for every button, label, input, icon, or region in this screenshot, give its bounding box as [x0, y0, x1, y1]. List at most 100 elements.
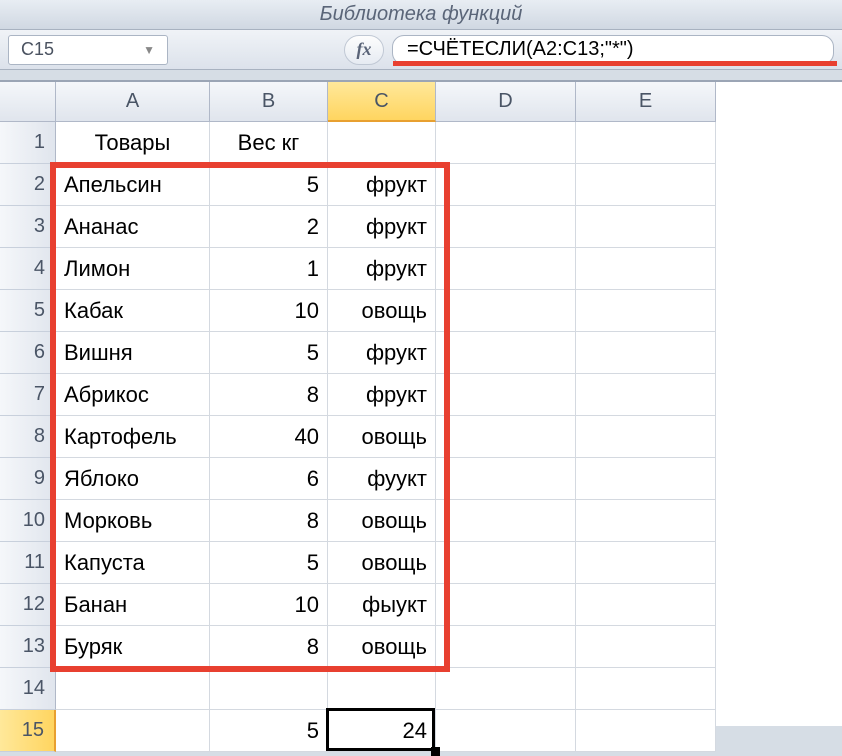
cell-a8[interactable]: Картофель	[56, 416, 210, 458]
cell-a12[interactable]: Банан	[56, 584, 210, 626]
cell-d5[interactable]	[436, 290, 576, 332]
cell-c11[interactable]: овощь	[328, 542, 436, 584]
cell-a13[interactable]: Буряк	[56, 626, 210, 668]
row-header-5[interactable]: 5	[0, 290, 56, 332]
cell-a14[interactable]	[56, 668, 210, 710]
cell-d15[interactable]	[436, 710, 576, 752]
cell-c7[interactable]: фрукт	[328, 374, 436, 416]
cell-c15[interactable]: 24	[328, 710, 436, 752]
cell-e2[interactable]	[576, 164, 716, 206]
row-header-7[interactable]: 7	[0, 374, 56, 416]
select-all-corner[interactable]	[0, 82, 56, 122]
cell-c14[interactable]	[328, 668, 436, 710]
cell-c9[interactable]: фуукт	[328, 458, 436, 500]
cell-d2[interactable]	[436, 164, 576, 206]
cell-b2[interactable]: 5	[210, 164, 328, 206]
cell-b3[interactable]: 2	[210, 206, 328, 248]
cell-d12[interactable]	[436, 584, 576, 626]
cell-e13[interactable]	[576, 626, 716, 668]
cell-c5[interactable]: овощь	[328, 290, 436, 332]
cell-e15[interactable]	[576, 710, 716, 752]
row-header-14[interactable]: 14	[0, 668, 56, 710]
cell-e3[interactable]	[576, 206, 716, 248]
cell-b10[interactable]: 8	[210, 500, 328, 542]
row-header-4[interactable]: 4	[0, 248, 56, 290]
cell-c10[interactable]: овощь	[328, 500, 436, 542]
cell-d1[interactable]	[436, 122, 576, 164]
fx-button[interactable]: fx	[344, 35, 384, 65]
cell-e5[interactable]	[576, 290, 716, 332]
cell-b13[interactable]: 8	[210, 626, 328, 668]
cell-d3[interactable]	[436, 206, 576, 248]
cell-b5[interactable]: 10	[210, 290, 328, 332]
cell-b7[interactable]: 8	[210, 374, 328, 416]
formula-input[interactable]: =СЧЁТЕСЛИ(А2:С13;"*")	[392, 35, 834, 65]
cell-d14[interactable]	[436, 668, 576, 710]
cell-b4[interactable]: 1	[210, 248, 328, 290]
cell-d6[interactable]	[436, 332, 576, 374]
row-header-11[interactable]: 11	[0, 542, 56, 584]
row-header-10[interactable]: 10	[0, 500, 56, 542]
cell-c8[interactable]: овощь	[328, 416, 436, 458]
cell-d9[interactable]	[436, 458, 576, 500]
cell-d4[interactable]	[436, 248, 576, 290]
col-header-e[interactable]: E	[576, 82, 716, 122]
row-header-9[interactable]: 9	[0, 458, 56, 500]
row-header-8[interactable]: 8	[0, 416, 56, 458]
cell-b9[interactable]: 6	[210, 458, 328, 500]
row-header-13[interactable]: 13	[0, 626, 56, 668]
row-header-1[interactable]: 1	[0, 122, 56, 164]
cell-d10[interactable]	[436, 500, 576, 542]
cell-a11[interactable]: Капуста	[56, 542, 210, 584]
cell-d13[interactable]	[436, 626, 576, 668]
cell-b6[interactable]: 5	[210, 332, 328, 374]
cell-b12[interactable]: 10	[210, 584, 328, 626]
cell-e11[interactable]	[576, 542, 716, 584]
cell-c3[interactable]: фрукт	[328, 206, 436, 248]
cell-c12[interactable]: фыукт	[328, 584, 436, 626]
spreadsheet-grid[interactable]: ABCDE 123456789101112131415 ТоварыВес кг…	[0, 82, 842, 726]
cell-e12[interactable]	[576, 584, 716, 626]
cell-b1[interactable]: Вес кг	[210, 122, 328, 164]
col-header-b[interactable]: B	[210, 82, 328, 122]
chevron-down-icon[interactable]: ▼	[143, 43, 155, 57]
cell-e9[interactable]	[576, 458, 716, 500]
cell-e8[interactable]	[576, 416, 716, 458]
cell-a10[interactable]: Морковь	[56, 500, 210, 542]
cell-a5[interactable]: Кабак	[56, 290, 210, 332]
cell-b15[interactable]: 5	[210, 710, 328, 752]
cell-b8[interactable]: 40	[210, 416, 328, 458]
cell-d11[interactable]	[436, 542, 576, 584]
cell-a1[interactable]: Товары	[56, 122, 210, 164]
col-header-a[interactable]: A	[56, 82, 210, 122]
cell-a9[interactable]: Яблоко	[56, 458, 210, 500]
name-box[interactable]: C15 ▼	[8, 35, 168, 65]
cell-c2[interactable]: фрукт	[328, 164, 436, 206]
cell-c1[interactable]	[328, 122, 436, 164]
cell-d8[interactable]	[436, 416, 576, 458]
cell-a6[interactable]: Вишня	[56, 332, 210, 374]
cell-e1[interactable]	[576, 122, 716, 164]
cell-a3[interactable]: Ананас	[56, 206, 210, 248]
fill-handle[interactable]	[431, 747, 440, 756]
cell-e4[interactable]	[576, 248, 716, 290]
cell-e10[interactable]	[576, 500, 716, 542]
col-header-d[interactable]: D	[436, 82, 576, 122]
cell-a4[interactable]: Лимон	[56, 248, 210, 290]
cell-a15[interactable]	[56, 710, 210, 752]
cell-e7[interactable]	[576, 374, 716, 416]
cell-e6[interactable]	[576, 332, 716, 374]
cell-e14[interactable]	[576, 668, 716, 710]
cell-a7[interactable]: Абрикос	[56, 374, 210, 416]
row-header-6[interactable]: 6	[0, 332, 56, 374]
col-header-c[interactable]: C	[328, 82, 436, 122]
cell-c13[interactable]: овощь	[328, 626, 436, 668]
cell-b14[interactable]	[210, 668, 328, 710]
cell-a2[interactable]: Апельсин	[56, 164, 210, 206]
row-header-3[interactable]: 3	[0, 206, 56, 248]
row-header-2[interactable]: 2	[0, 164, 56, 206]
cell-d7[interactable]	[436, 374, 576, 416]
cell-c4[interactable]: фрукт	[328, 248, 436, 290]
row-header-12[interactable]: 12	[0, 584, 56, 626]
cell-c6[interactable]: фрукт	[328, 332, 436, 374]
